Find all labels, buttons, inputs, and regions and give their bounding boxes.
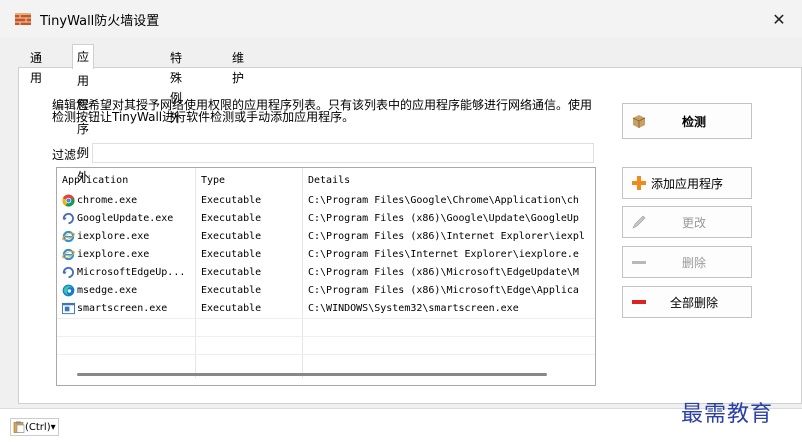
app-type: Executable: [201, 303, 262, 314]
tab-special-exceptions[interactable]: 特殊例外: [166, 48, 186, 125]
add-application-button[interactable]: 添加应用程序: [622, 167, 752, 199]
edge-update-icon: [62, 266, 74, 279]
chrome-icon: [62, 194, 75, 207]
empty-row-divider: [57, 336, 595, 337]
title-bar: TinyWall防火墙设置 ✕: [0, 0, 802, 38]
list-header: Application Type Details: [57, 168, 595, 194]
app-name: chrome.exe: [77, 195, 138, 206]
app-details: C:\WINDOWS\System32\smartscreen.exe: [308, 303, 519, 314]
app-type: Executable: [201, 249, 262, 260]
table-row[interactable]: chrome.exe Executable C:\Program Files\G…: [57, 192, 595, 210]
app-details: C:\Program Files (x86)\Internet Explorer…: [308, 231, 585, 242]
scrollbar-thumb[interactable]: [77, 373, 547, 376]
app-details: C:\Program Files\Google\Chrome\Applicati…: [308, 195, 579, 206]
empty-row-divider: [57, 318, 595, 319]
close-icon: ✕: [772, 9, 786, 29]
google-update-icon: [62, 212, 74, 225]
app-name: GoogleUpdate.exe: [77, 213, 174, 224]
settings-window: TinyWall防火墙设置 ✕ 通用 应用程序例外 特殊例外 维护 编辑您希望对…: [0, 0, 802, 409]
tab-maintenance[interactable]: 维护: [228, 48, 248, 85]
remove-button[interactable]: 删除: [622, 246, 752, 278]
tab-general[interactable]: 通用: [26, 48, 46, 85]
column-header-application[interactable]: Application: [62, 175, 128, 186]
window-title: TinyWall防火墙设置: [40, 14, 160, 29]
app-type: Executable: [201, 285, 262, 296]
tab-app-exceptions[interactable]: 应用程序例外: [72, 44, 95, 184]
modify-label: 更改: [681, 215, 706, 230]
smartscreen-icon: [62, 302, 75, 315]
detect-label: 检测: [681, 114, 706, 129]
app-name: smartscreen.exe: [77, 303, 168, 314]
app-name: iexplore.exe: [77, 249, 150, 260]
ie-icon: [62, 248, 75, 261]
application-list[interactable]: Application Type Details chrome.exe Exec…: [56, 167, 596, 386]
filter-label: 过滤:: [52, 148, 81, 162]
plus-icon: [632, 176, 646, 190]
app-name: iexplore.exe: [77, 231, 150, 242]
table-row[interactable]: smartscreen.exe Executable C:\WINDOWS\Sy…: [57, 300, 595, 318]
table-row[interactable]: MicrosoftEdgeUp... Executable C:\Program…: [57, 264, 595, 282]
remove-all-label: 全部删除: [669, 295, 718, 310]
edge-icon: [62, 284, 75, 297]
watermark-text: 最需教育: [681, 402, 774, 427]
filter-input[interactable]: [92, 143, 594, 163]
column-header-type[interactable]: Type: [201, 175, 225, 186]
app-details: C:\Program Files (x86)\Google\Update\Goo…: [308, 213, 579, 224]
clipboard-icon: [13, 421, 25, 433]
column-header-details[interactable]: Details: [308, 175, 350, 186]
paste-options-button[interactable]: (Ctrl)▾: [10, 418, 59, 436]
table-row[interactable]: msedge.exe Executable C:\Program Files (…: [57, 282, 595, 300]
table-row[interactable]: GoogleUpdate.exe Executable C:\Program F…: [57, 210, 595, 228]
ie-icon: [62, 230, 75, 243]
app-type: Executable: [201, 231, 262, 242]
app-type: Executable: [201, 267, 262, 278]
app-name: MicrosoftEdgeUp...: [77, 267, 186, 278]
firewall-app-icon: [15, 13, 31, 25]
app-name: msedge.exe: [77, 285, 138, 296]
detect-button[interactable]: 检测: [622, 103, 752, 139]
app-details: C:\Program Files (x86)\Microsoft\EdgeUpd…: [308, 267, 579, 278]
app-details: C:\Program Files\Internet Explorer\iexpl…: [308, 249, 579, 260]
table-row[interactable]: iexplore.exe Executable C:\Program Files…: [57, 228, 595, 246]
modify-button[interactable]: 更改: [622, 206, 752, 238]
close-button[interactable]: ✕: [756, 0, 802, 38]
horizontal-scrollbar[interactable]: [61, 368, 591, 378]
empty-row-divider: [57, 354, 595, 355]
add-application-label: 添加应用程序: [651, 176, 724, 191]
table-row[interactable]: iexplore.exe Executable C:\Program Files…: [57, 246, 595, 264]
remove-label: 删除: [681, 255, 706, 270]
app-type: Executable: [201, 195, 262, 206]
description-text: 编辑您希望对其授予网络使用权限的应用程序列表。只有该列表中的应用程序能够进行网络…: [52, 98, 593, 124]
app-details: C:\Program Files (x86)\Microsoft\Edge\Ap…: [308, 285, 579, 296]
remove-all-button[interactable]: 全部删除: [622, 286, 752, 318]
app-type: Executable: [201, 213, 262, 224]
paste-options-label: (Ctrl)▾: [25, 421, 56, 433]
